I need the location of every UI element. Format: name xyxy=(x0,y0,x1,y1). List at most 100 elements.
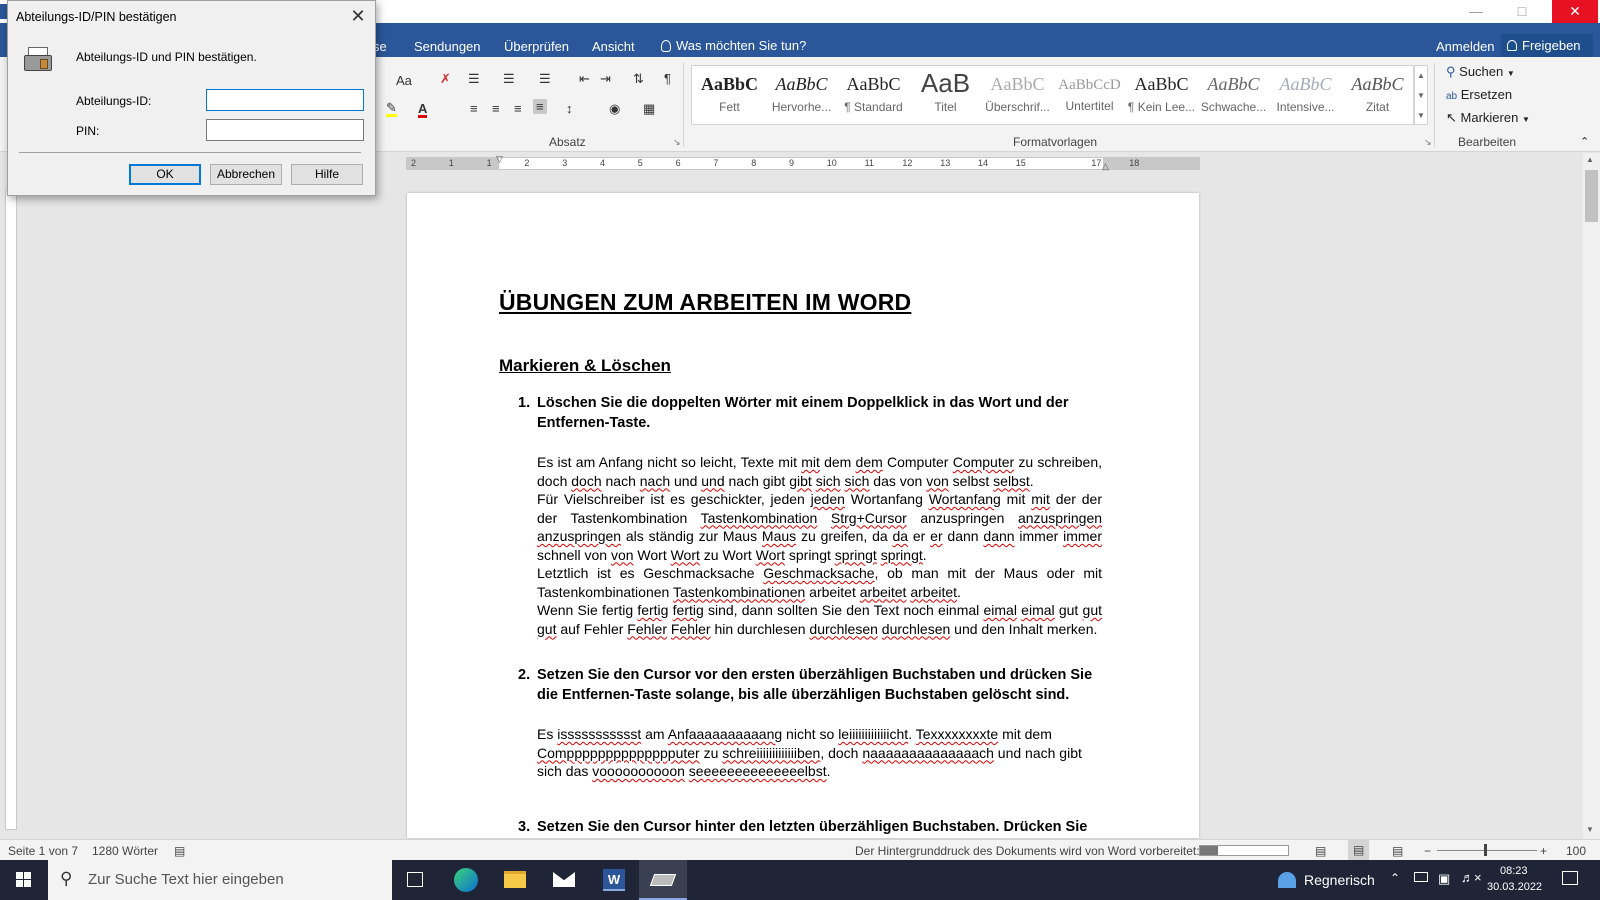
ruler-tick-label: 18 xyxy=(1129,158,1140,168)
right-indent-marker[interactable]: △ xyxy=(1102,161,1109,172)
increase-indent-icon[interactable]: ⇥ xyxy=(600,71,611,87)
highlight-icon[interactable]: ✎ xyxy=(386,101,397,117)
ruler-tick-label: 15 xyxy=(1015,158,1026,168)
dialog-close-icon[interactable]: ✕ xyxy=(347,5,369,27)
weather-icon xyxy=(1278,872,1296,888)
scroll-up-icon[interactable]: ▲ xyxy=(1586,155,1594,164)
print-layout-icon[interactable]: ▤ xyxy=(1348,840,1370,860)
scroll-thumb[interactable] xyxy=(1585,170,1598,222)
font-color-icon[interactable]: A xyxy=(418,102,428,118)
zoom-slider-thumb[interactable] xyxy=(1484,844,1487,856)
vertical-scrollbar[interactable]: ▲ ▼ xyxy=(1583,153,1600,839)
align-center-icon[interactable]: ≡ xyxy=(492,101,500,116)
read-mode-icon[interactable]: ▤ xyxy=(1315,844,1326,858)
styles-more-icon[interactable]: ▼ xyxy=(1415,106,1427,126)
multilevel-list-icon[interactable]: ☰ xyxy=(539,71,551,87)
pin-input[interactable] xyxy=(206,119,364,141)
numbering-icon[interactable]: ☰ xyxy=(503,71,515,87)
line-spacing-icon[interactable]: ↕ xyxy=(566,101,573,116)
select-label: Markieren xyxy=(1460,110,1519,125)
style-heading[interactable]: AaBbC Überschrif... xyxy=(982,68,1053,124)
clock-time[interactable]: 08:23 xyxy=(1500,865,1528,877)
web-layout-icon[interactable]: ▤ xyxy=(1392,844,1403,858)
tab-review[interactable]: Überprüfen xyxy=(504,39,569,54)
ruler-tick-label: 1 xyxy=(486,158,492,168)
zoom-out-icon[interactable]: − xyxy=(1424,844,1431,858)
justify-icon[interactable]: ≡ xyxy=(533,99,547,114)
vertical-ruler[interactable] xyxy=(5,190,17,830)
task-view-icon[interactable] xyxy=(407,872,423,887)
replace-button[interactable]: ab Ersetzen xyxy=(1446,87,1512,102)
task-number: 2. xyxy=(518,667,531,683)
text-line: Es issssssssssst am Anfaaaaaaaaaang nich… xyxy=(537,726,1082,779)
sort-icon[interactable]: ⇅ xyxy=(633,71,644,87)
group-label-paragraph: Absatz xyxy=(549,135,586,149)
style-subtle-emphasis[interactable]: AaBbC Schwache... xyxy=(1198,68,1269,124)
borders-icon[interactable]: ▦ xyxy=(643,101,655,117)
clock-date[interactable]: 30.03.2022 xyxy=(1487,881,1542,893)
pilcrow-icon[interactable]: ¶ xyxy=(664,71,671,86)
maximize-button[interactable]: □ xyxy=(1499,0,1545,23)
proofing-icon[interactable]: ▤ xyxy=(174,844,185,858)
styles-down-icon[interactable]: ▼ xyxy=(1415,86,1427,106)
style-strong[interactable]: AaBbC Fett xyxy=(694,68,765,124)
align-right-icon[interactable]: ≡ xyxy=(514,101,522,116)
style-title[interactable]: AaB Titel xyxy=(910,68,981,124)
network-icon[interactable]: ▣ xyxy=(1438,871,1450,887)
weather-label[interactable]: Regnerisch xyxy=(1304,872,1375,888)
select-button[interactable]: ↖ Markieren ▼ xyxy=(1446,110,1530,126)
style-name: ¶ Kein Lee... xyxy=(1127,100,1196,114)
share-button[interactable]: Freigeben xyxy=(1501,34,1593,58)
start-button[interactable] xyxy=(0,860,48,900)
cancel-button[interactable]: Abbrechen xyxy=(210,164,282,185)
align-left-icon[interactable]: ≡ xyxy=(470,101,478,116)
style-normal[interactable]: AaBbC ¶ Standard xyxy=(838,68,909,124)
paragraph-dialog-launcher-icon[interactable]: ↘ xyxy=(673,137,681,148)
document-page[interactable]: ÜBUNGEN ZUM ARBEITEN IM WORD Markieren &… xyxy=(407,193,1199,855)
help-button[interactable]: Hilfe xyxy=(291,164,363,185)
bullets-icon[interactable]: ☰ xyxy=(468,71,480,87)
tab-view[interactable]: Ansicht xyxy=(592,39,635,54)
style-quote[interactable]: AaBbC Zitat xyxy=(1342,68,1413,124)
style-intense-emphasis[interactable]: AaBbC Intensive... xyxy=(1270,68,1341,124)
tab-mailings[interactable]: Sendungen xyxy=(414,39,481,54)
style-sample: AaBbC xyxy=(846,74,901,94)
taskbar-search-box[interactable]: ⚲ Zur Suche Text hier eingeben xyxy=(48,860,392,900)
style-name: Zitat xyxy=(1365,100,1390,114)
close-window-button[interactable]: ✕ xyxy=(1552,0,1598,23)
styles-dialog-launcher-icon[interactable]: ↘ xyxy=(1424,137,1432,148)
printer-taskbar-icon[interactable] xyxy=(639,860,687,900)
minimize-button[interactable]: — xyxy=(1453,0,1499,23)
decrease-indent-icon[interactable]: ⇤ xyxy=(579,71,590,87)
style-name: ¶ Standard xyxy=(844,100,903,114)
ok-button[interactable]: OK xyxy=(129,164,201,185)
word-taskbar-icon[interactable]: W xyxy=(603,869,625,891)
word-count[interactable]: 1280 Wörter xyxy=(92,844,158,858)
zoom-slider[interactable] xyxy=(1437,850,1537,851)
page-count[interactable]: Seite 1 von 7 xyxy=(8,844,78,858)
first-line-indent-marker[interactable]: ▽ xyxy=(496,154,503,165)
volume-muted-icon[interactable]: ♬× xyxy=(1461,870,1482,885)
mail-icon[interactable] xyxy=(553,872,575,887)
department-id-input[interactable] xyxy=(206,89,364,111)
collapse-ribbon-icon[interactable]: ⌃ xyxy=(1580,135,1589,148)
file-explorer-icon[interactable] xyxy=(504,871,526,888)
sign-in-link[interactable]: Anmelden xyxy=(1436,39,1495,54)
find-button[interactable]: ⚲ Suchen ▼ xyxy=(1446,64,1515,80)
style-sample: AaBbC xyxy=(1279,74,1332,94)
styles-up-icon[interactable]: ▲ xyxy=(1415,66,1427,86)
style-emphasis[interactable]: AaBbC Hervorhe... xyxy=(766,68,837,124)
tell-me-box[interactable]: Was möchten Sie tun? xyxy=(661,38,806,53)
battery-icon[interactable] xyxy=(1414,872,1428,882)
edge-icon[interactable] xyxy=(454,868,478,892)
search-icon: ⚲ xyxy=(60,869,73,888)
clear-formatting-icon[interactable]: ✗ xyxy=(440,71,451,87)
notification-icon[interactable] xyxy=(1562,871,1578,885)
zoom-in-icon[interactable]: + xyxy=(1540,844,1547,858)
shading-icon[interactable]: ◉ xyxy=(609,101,620,117)
style-no-spacing[interactable]: AaBbC ¶ Kein Lee... xyxy=(1126,68,1197,124)
change-case-button[interactable]: Aa xyxy=(396,73,412,88)
style-subtitle[interactable]: AaBbCcD Untertitel xyxy=(1054,68,1125,124)
chevron-up-icon[interactable]: ⌃ xyxy=(1390,871,1400,885)
scroll-down-icon[interactable]: ▼ xyxy=(1586,825,1594,834)
